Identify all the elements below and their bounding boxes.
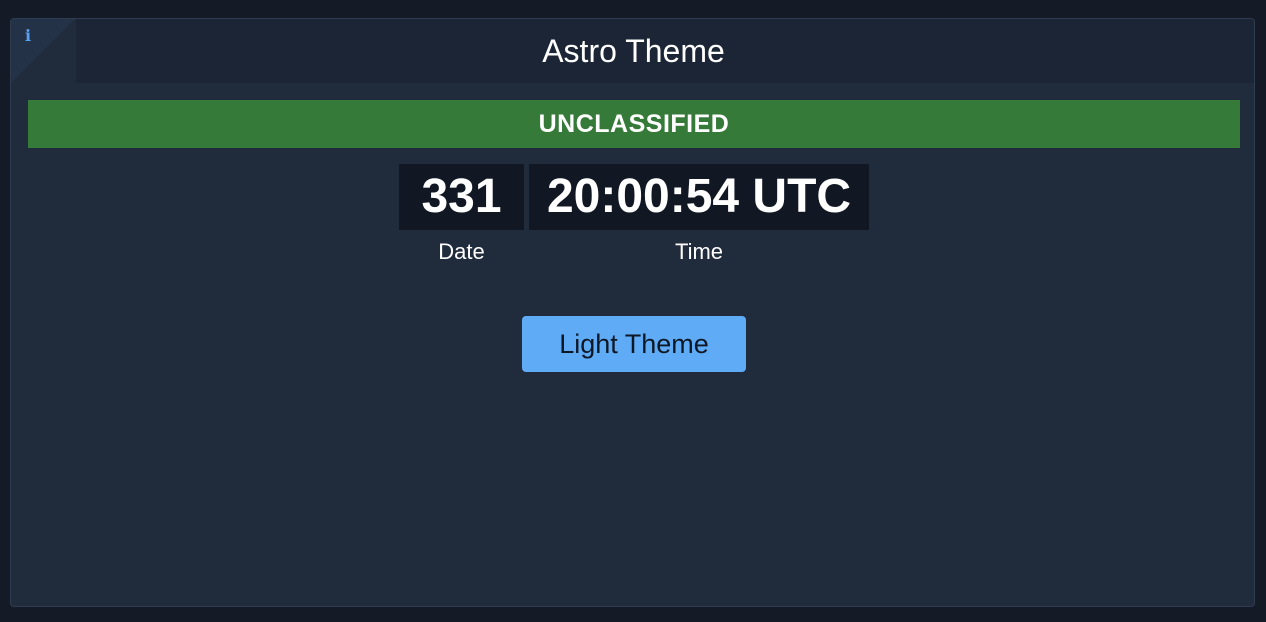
- clock-time-value: 20:00:54 UTC: [529, 164, 869, 230]
- light-theme-button[interactable]: Light Theme: [522, 316, 746, 372]
- astro-theme-widget: i Astro Theme UNCLASSIFIED 331 20:00:54 …: [10, 18, 1255, 607]
- classification-banner: UNCLASSIFIED: [28, 100, 1240, 148]
- clock-date-value: 331: [399, 164, 524, 230]
- clock-date-label: Date: [438, 239, 485, 264]
- widget-title: Astro Theme: [542, 33, 725, 69]
- clock-time-label: Time: [674, 239, 724, 264]
